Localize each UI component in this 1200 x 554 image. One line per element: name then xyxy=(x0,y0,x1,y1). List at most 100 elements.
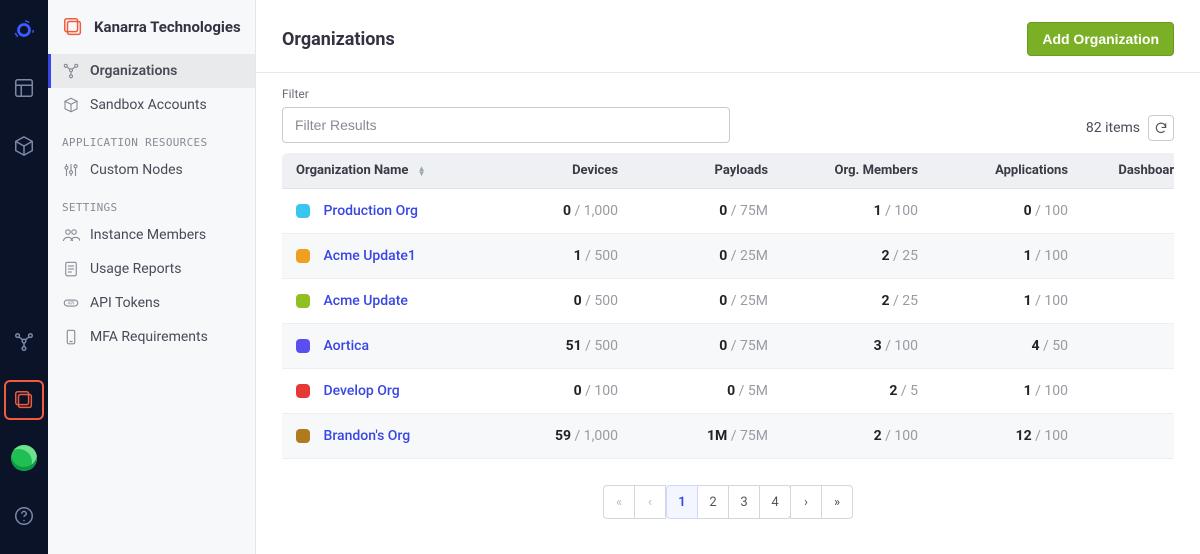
table-row: Brandon's Org 59 / 1,000 1M / 75M 2 / 10… xyxy=(282,414,1174,459)
org-link[interactable]: Acme Update1 xyxy=(323,248,415,264)
help-icon[interactable] xyxy=(4,496,44,536)
org-link[interactable]: Brandon's Org xyxy=(323,428,410,444)
sidebar-item-usage-reports[interactable]: Usage Reports xyxy=(48,252,255,286)
table-row: Acme Update 0 / 500 0 / 25M 2 / 25 1 / 1… xyxy=(282,279,1174,324)
pagination: « ‹ 1234 › » xyxy=(256,465,1200,543)
cell-members: 2 / 5 xyxy=(782,369,932,414)
cell-members: 3 / 100 xyxy=(782,324,932,369)
organizations-table: Organization Name ▲▼ Devices Payloads Or… xyxy=(282,153,1174,459)
col-org-name[interactable]: Organization Name ▲▼ xyxy=(282,153,482,189)
sandbox-icon xyxy=(62,96,80,114)
page-number[interactable]: 4 xyxy=(759,485,791,519)
item-count: 82 items xyxy=(1086,120,1140,136)
org-color-swatch xyxy=(296,249,310,263)
global-nav-rail xyxy=(0,0,48,554)
instance-header: Kanarra Technologies xyxy=(48,12,255,54)
cell-dashboards: 0 xyxy=(1082,279,1174,324)
topbar: Organizations Add Organization xyxy=(256,0,1200,72)
cell-devices: 59 / 1,000 xyxy=(482,414,632,459)
cell-org-name: Acme Update1 xyxy=(282,234,482,279)
cell-apps: 0 / 100 xyxy=(932,189,1082,234)
sidebar-item-sandbox[interactable]: Sandbox Accounts xyxy=(48,88,255,122)
cell-org-name: Develop Org xyxy=(282,369,482,414)
page-number[interactable]: 1 xyxy=(666,485,698,519)
page-first[interactable]: « xyxy=(603,485,635,519)
col-devices[interactable]: Devices xyxy=(482,153,632,189)
cell-members: 2 / 25 xyxy=(782,279,932,324)
globe-icon[interactable] xyxy=(4,438,44,478)
cell-payloads: 0 / 75M xyxy=(632,324,782,369)
sidebar: Kanarra Technologies Organizations Sandb… xyxy=(48,0,256,554)
sidebar-item-organizations[interactable]: Organizations xyxy=(48,54,255,88)
cell-dashboards: 2 xyxy=(1082,369,1174,414)
cell-devices: 0 / 500 xyxy=(482,279,632,324)
sidebar-item-api-tokens[interactable]: API API Tokens xyxy=(48,286,255,320)
col-apps[interactable]: Applications xyxy=(932,153,1082,189)
cell-dashboards: 7 xyxy=(1082,414,1174,459)
dashboard-icon[interactable] xyxy=(4,68,44,108)
filter-label: Filter xyxy=(282,87,730,101)
cell-dashboards: 0 xyxy=(1082,189,1174,234)
page-number[interactable]: 2 xyxy=(697,485,729,519)
cell-payloads: 1M / 75M xyxy=(632,414,782,459)
brand-logo-icon[interactable] xyxy=(4,10,44,50)
sidebar-item-label: Instance Members xyxy=(90,227,206,243)
org-color-swatch xyxy=(296,339,310,353)
sidebar-item-label: API Tokens xyxy=(90,295,160,311)
org-link[interactable]: Acme Update xyxy=(323,293,407,309)
page-prev[interactable]: ‹ xyxy=(634,485,666,519)
page-next[interactable]: › xyxy=(790,485,822,519)
sidebar-item-label: MFA Requirements xyxy=(90,329,208,345)
main-content: Organizations Add Organization Filter 82… xyxy=(256,0,1200,554)
page-number[interactable]: 3 xyxy=(728,485,760,519)
org-color-swatch xyxy=(296,384,310,398)
sidebar-item-label: Usage Reports xyxy=(90,261,181,277)
page-last[interactable]: » xyxy=(821,485,853,519)
sidebar-item-custom-nodes[interactable]: Custom Nodes xyxy=(48,153,255,187)
org-link[interactable]: Production Org xyxy=(323,203,417,219)
table-row: Develop Org 0 / 100 0 / 5M 2 / 5 1 / 100… xyxy=(282,369,1174,414)
cell-members: 2 / 100 xyxy=(782,414,932,459)
cell-devices: 0 / 100 xyxy=(482,369,632,414)
add-organization-button[interactable]: Add Organization xyxy=(1027,22,1174,56)
table-row: Production Org 0 / 1,000 0 / 75M 1 / 100… xyxy=(282,189,1174,234)
col-payloads[interactable]: Payloads xyxy=(632,153,782,189)
col-dashboards[interactable]: Dashboards xyxy=(1082,153,1174,189)
cell-apps: 1 / 100 xyxy=(932,279,1082,324)
organizations-table-scroll[interactable]: Organization Name ▲▼ Devices Payloads Or… xyxy=(282,153,1174,465)
box-icon[interactable] xyxy=(4,126,44,166)
api-icon: API xyxy=(62,294,80,312)
instances-icon[interactable] xyxy=(4,380,44,420)
cell-org-name: Production Org xyxy=(282,189,482,234)
cell-apps: 12 / 100 xyxy=(932,414,1082,459)
org-color-swatch xyxy=(296,429,310,443)
sidebar-item-mfa[interactable]: MFA Requirements xyxy=(48,320,255,354)
sidebar-item-label: Organizations xyxy=(90,63,177,79)
filter-input[interactable] xyxy=(282,107,730,143)
col-members[interactable]: Org. Members xyxy=(782,153,932,189)
cell-members: 2 / 25 xyxy=(782,234,932,279)
cell-payloads: 0 / 25M xyxy=(632,279,782,324)
org-link[interactable]: Develop Org xyxy=(323,383,399,399)
sort-icon: ▲▼ xyxy=(418,166,426,176)
cell-org-name: Acme Update xyxy=(282,279,482,324)
members-icon xyxy=(62,226,80,244)
refresh-icon xyxy=(1154,121,1168,135)
cell-devices: 51 / 500 xyxy=(482,324,632,369)
org-color-swatch xyxy=(296,204,310,218)
org-link[interactable]: Aortica xyxy=(323,338,369,354)
instance-name: Kanarra Technologies xyxy=(94,18,241,36)
sidebar-item-instance-members[interactable]: Instance Members xyxy=(48,218,255,252)
page-title: Organizations xyxy=(282,29,395,50)
cell-dashboards: 1 xyxy=(1082,234,1174,279)
svg-text:API: API xyxy=(68,301,75,307)
refresh-button[interactable] xyxy=(1148,115,1174,141)
instance-icon xyxy=(62,16,84,38)
cell-org-name: Brandon's Org xyxy=(282,414,482,459)
sidebar-section-title: SETTINGS xyxy=(48,187,255,218)
cell-apps: 4 / 50 xyxy=(932,324,1082,369)
cell-apps: 1 / 100 xyxy=(932,369,1082,414)
org-color-swatch xyxy=(296,294,310,308)
nodes-icon[interactable] xyxy=(4,322,44,362)
cell-apps: 1 / 100 xyxy=(932,234,1082,279)
